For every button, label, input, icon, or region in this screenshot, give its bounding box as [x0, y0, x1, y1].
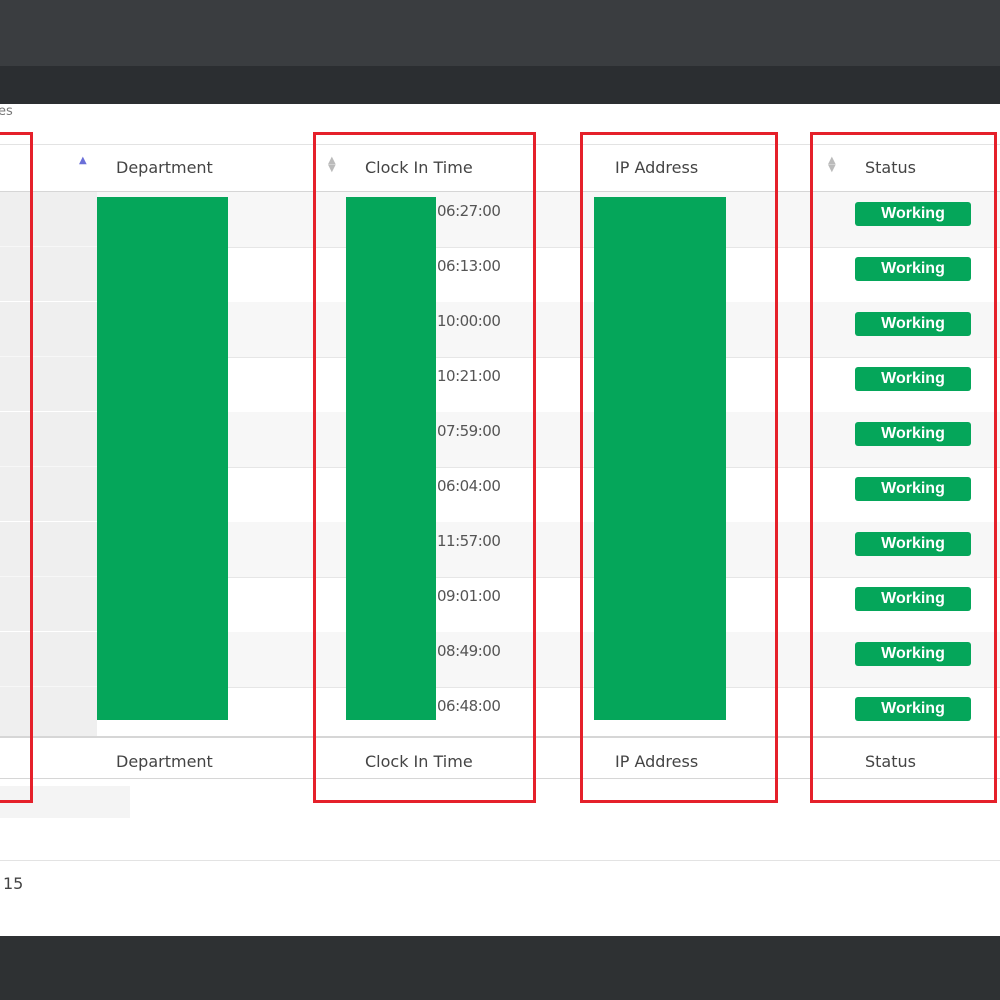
footer-department: Department [116, 752, 213, 771]
pagination-count: 15 [3, 874, 24, 893]
highlight-box-clock-in [313, 132, 536, 803]
highlight-box-ip [580, 132, 778, 803]
bottom-bar [0, 936, 1000, 1000]
entries-label: es [0, 104, 13, 119]
top-toolbar [0, 0, 1000, 66]
secondary-toolbar [0, 66, 1000, 104]
table-panel: es ▲ Department ▲ ▼ Clock In Time IP Addr… [0, 104, 1000, 936]
column-header-department[interactable]: Department [116, 145, 213, 191]
redaction-mask-department [97, 197, 228, 720]
divider [0, 860, 1000, 861]
highlight-box-status [810, 132, 997, 803]
highlight-box-name [0, 132, 33, 803]
sort-asc-icon[interactable]: ▲ [79, 155, 87, 166]
